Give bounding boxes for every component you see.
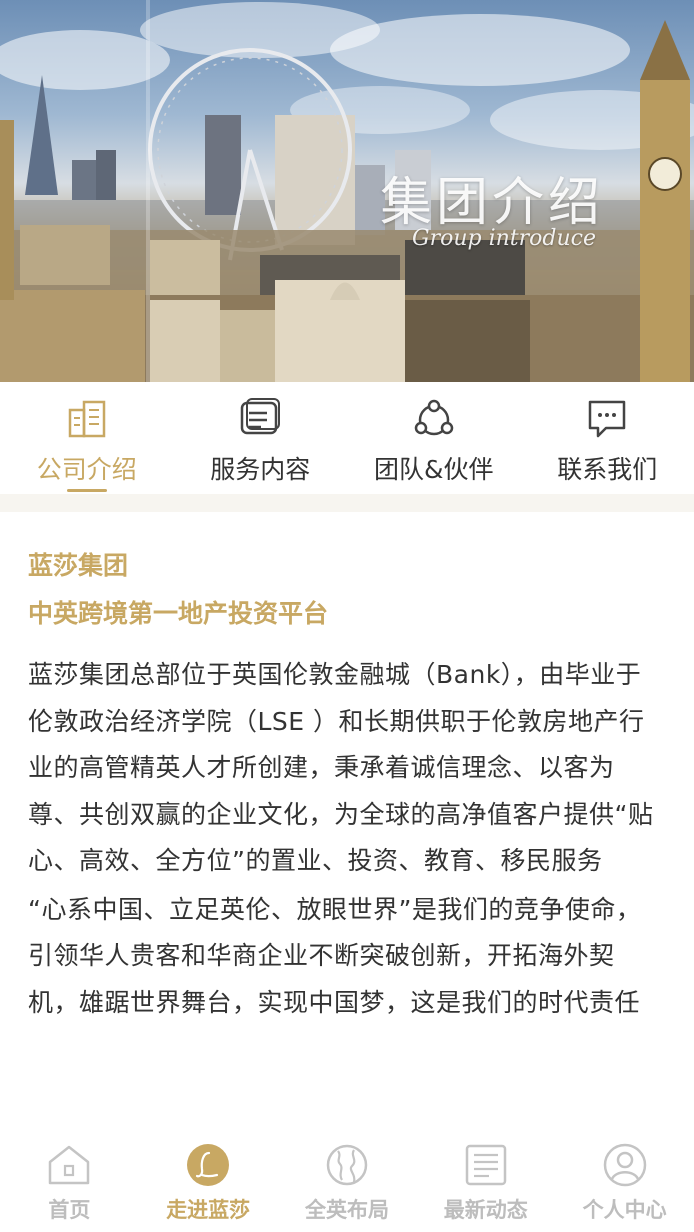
tab-label: 公司介绍	[36, 455, 137, 484]
hero-subtitle: Group introduce	[412, 226, 596, 251]
globe-icon	[326, 1144, 368, 1186]
nav-label: 全英布局	[304, 1198, 389, 1222]
mission-paragraph: “心系中国、立足英伦、放眼世界”是我们的竞争使命，引领华人贵客和华商企业不断突破…	[28, 894, 642, 1017]
user-icon	[603, 1143, 646, 1187]
section-tabs: 公司介绍 服务内容 团队&伙伴 联系我们	[0, 382, 694, 494]
tab-company-intro[interactable]: 公司介绍	[0, 382, 174, 494]
building-icon	[68, 400, 105, 438]
nav-label: 首页	[48, 1198, 91, 1222]
nav-home[interactable]: 首页	[0, 1128, 139, 1232]
tab-team-partners[interactable]: 团队&伙伴	[347, 382, 521, 494]
team-icon	[414, 399, 453, 436]
tab-services[interactable]: 服务内容	[174, 382, 348, 494]
company-name-heading: 蓝莎集团	[28, 551, 129, 580]
section-divider	[0, 494, 694, 512]
hero-banner: 集团介绍 Group introduce	[0, 0, 694, 382]
bottom-navigation: 首页 走进蓝莎 全英布局 最新动态 个人中心	[0, 1128, 694, 1232]
news-icon	[465, 1144, 507, 1186]
tab-label: 联系我们	[557, 455, 658, 484]
brand-logo-icon	[187, 1144, 230, 1186]
nav-label: 走进蓝莎	[166, 1198, 251, 1222]
nav-label: 个人中心	[582, 1198, 667, 1222]
company-tagline-heading: 中英跨境第一地产投资平台	[28, 599, 329, 628]
nav-uk-layout[interactable]: 全英布局	[278, 1128, 417, 1232]
nav-about[interactable]: 走进蓝莎	[139, 1128, 278, 1232]
tab-label: 服务内容	[210, 455, 311, 484]
hero-title: 集团介绍	[380, 173, 605, 233]
nav-news[interactable]: 最新动态	[416, 1128, 555, 1232]
tab-label: 团队&伙伴	[374, 455, 494, 484]
chat-icon	[589, 400, 626, 438]
tab-contact-us[interactable]: 联系我们	[521, 382, 694, 494]
intro-paragraph: 蓝莎集团总部位于英国伦敦金融城（Bank），由毕业于伦敦政治经济学院（LSE ）…	[28, 660, 654, 875]
document-list-icon	[241, 398, 281, 435]
nav-label: 最新动态	[443, 1198, 528, 1222]
nav-profile[interactable]: 个人中心	[555, 1128, 694, 1232]
home-icon	[49, 1145, 90, 1185]
company-intro-content: 蓝莎集团 中英跨境第一地产投资平台 蓝莎集团总部位于英国伦敦金融城（Bank），…	[0, 512, 694, 1026]
